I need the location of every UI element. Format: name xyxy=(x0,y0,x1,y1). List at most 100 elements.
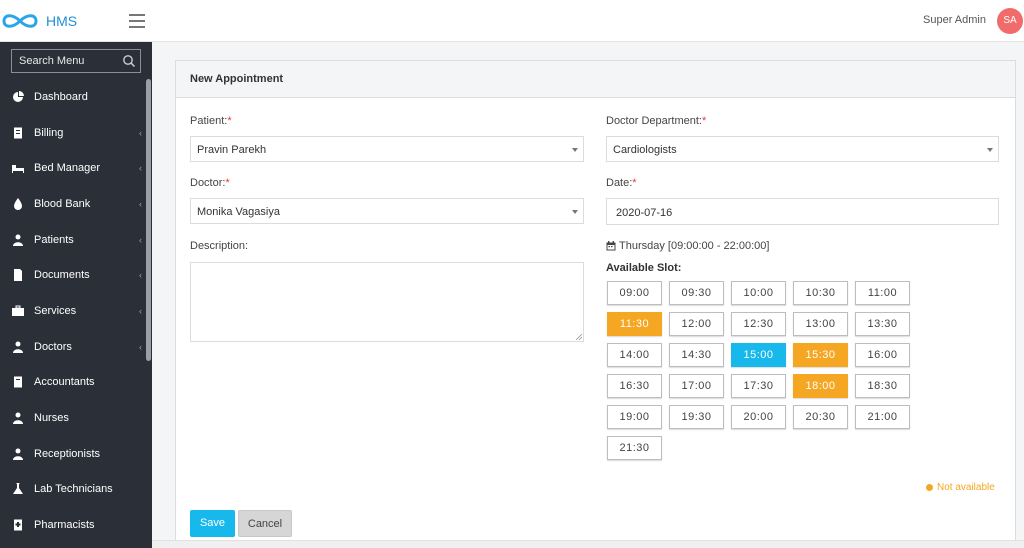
patient-label: Patient:* xyxy=(190,115,232,127)
sidebar-item-label: Blood Bank xyxy=(34,197,91,210)
time-slot-button[interactable]: 21:30 xyxy=(607,436,662,460)
time-slot-button[interactable]: 17:30 xyxy=(731,374,786,398)
receptionist-icon xyxy=(13,448,23,460)
horizontal-scrollbar[interactable] xyxy=(152,540,1024,548)
menu-toggle-icon[interactable] xyxy=(129,14,145,28)
caret-down-icon xyxy=(987,148,993,152)
sidebar-item-label: Receptionists xyxy=(34,447,101,460)
sidebar-search xyxy=(11,49,141,73)
schedule-info: Thursday [09:00:00 - 22:00:00] xyxy=(606,240,769,252)
search-icon[interactable] xyxy=(122,54,136,68)
card-title: New Appointment xyxy=(176,61,1015,98)
sidebar-item-label: Bed Manager xyxy=(34,162,101,175)
time-slot-button[interactable]: 13:30 xyxy=(855,312,910,336)
sidebar-item-label: Accountants xyxy=(34,376,95,389)
available-slot-label: Available Slot: xyxy=(606,262,682,274)
sidebar: Dashboard Billing ‹ Bed Manager ‹ Blood Bank ‹… xyxy=(0,42,152,548)
description-label: Description: xyxy=(190,240,249,252)
chevron-left-icon: ‹ xyxy=(139,127,142,138)
time-slot-button[interactable]: 12:30 xyxy=(731,312,786,336)
cancel-button[interactable]: Cancel xyxy=(238,510,292,537)
time-slot-button[interactable]: 15:30 xyxy=(793,343,848,367)
hms-logo-icon[interactable] xyxy=(0,11,40,31)
legend-not-available: Not available xyxy=(926,482,995,493)
sidebar-item-label: Patients xyxy=(34,233,74,246)
time-slot-button[interactable]: 10:00 xyxy=(731,281,786,305)
services-icon xyxy=(12,305,24,316)
sidebar-item-patients[interactable]: Patients ‹ xyxy=(0,222,146,258)
patient-icon xyxy=(13,234,23,246)
lab-icon xyxy=(13,483,23,495)
brand-name[interactable]: HMS xyxy=(46,13,77,29)
time-slot-button[interactable]: 14:30 xyxy=(669,343,724,367)
time-slot-button[interactable]: 11:30 xyxy=(607,312,662,336)
date-label: Date:* xyxy=(606,177,637,189)
time-slot-button[interactable]: 21:00 xyxy=(855,405,910,429)
patient-value: Pravin Parekh xyxy=(197,144,267,156)
sidebar-item-label: Doctors xyxy=(34,340,72,353)
time-slot-button[interactable]: 20:30 xyxy=(793,405,848,429)
doctor-icon xyxy=(13,341,23,353)
search-menu-input[interactable] xyxy=(12,50,122,72)
department-select[interactable]: Cardiologists xyxy=(606,136,999,162)
sidebar-item-documents[interactable]: Documents ‹ xyxy=(0,257,146,293)
avatar[interactable]: SA xyxy=(997,8,1023,34)
time-slot-button[interactable]: 11:00 xyxy=(855,281,910,305)
legend-label: Not available xyxy=(937,482,995,493)
description-textarea[interactable] xyxy=(190,262,584,342)
resize-handle-icon[interactable] xyxy=(576,334,582,340)
sidebar-item-bed-manager[interactable]: Bed Manager ‹ xyxy=(0,150,146,186)
sidebar-item-blood-bank[interactable]: Blood Bank ‹ xyxy=(0,186,146,222)
status-dot-icon xyxy=(926,484,933,491)
doctor-label: Doctor:* xyxy=(190,177,230,189)
sidebar-item-label: Pharmacists xyxy=(34,519,95,532)
sidebar-item-services[interactable]: Services ‹ xyxy=(0,293,146,329)
caret-down-icon xyxy=(572,148,578,152)
save-button[interactable]: Save xyxy=(190,510,235,537)
sidebar-item-label: Services xyxy=(34,304,77,317)
sidebar-item-label: Dashboard xyxy=(34,90,88,103)
time-slot-button[interactable]: 18:00 xyxy=(793,374,848,398)
sidebar-item-billing[interactable]: Billing ‹ xyxy=(0,115,146,151)
time-slot-button[interactable]: 19:30 xyxy=(669,405,724,429)
sidebar-item-nurses[interactable]: Nurses xyxy=(0,400,146,436)
user-name[interactable]: Super Admin xyxy=(923,14,986,26)
sidebar-item-lab-technicians[interactable]: Lab Technicians xyxy=(0,472,146,508)
sidebar-item-doctors[interactable]: Doctors ‹ xyxy=(0,329,146,365)
time-slot-button[interactable]: 10:30 xyxy=(793,281,848,305)
chevron-left-icon: ‹ xyxy=(139,198,142,209)
sidebar-item-receptionists[interactable]: Receptionists xyxy=(0,436,146,472)
time-slot-button[interactable]: 17:00 xyxy=(669,374,724,398)
date-input[interactable]: 2020-07-16 xyxy=(606,198,999,225)
schedule-text: Thursday [09:00:00 - 22:00:00] xyxy=(619,240,770,252)
doctor-value: Monika Vagasiya xyxy=(197,206,280,218)
sidebar-item-label: Billing xyxy=(34,126,64,139)
chevron-left-icon: ‹ xyxy=(139,163,142,174)
time-slot-button[interactable]: 14:00 xyxy=(607,343,662,367)
time-slot-button[interactable]: 09:00 xyxy=(607,281,662,305)
patient-select[interactable]: Pravin Parekh xyxy=(190,136,584,162)
department-label: Doctor Department:* xyxy=(606,115,707,127)
chevron-left-icon: ‹ xyxy=(139,234,142,245)
sidebar-scrollbar[interactable] xyxy=(146,79,151,361)
caret-down-icon xyxy=(572,210,578,214)
document-icon xyxy=(14,269,22,282)
time-slot-button[interactable]: 16:30 xyxy=(607,374,662,398)
sidebar-item-pharmacists[interactable]: Pharmacists xyxy=(0,507,146,543)
time-slot-button[interactable]: 09:30 xyxy=(669,281,724,305)
time-slot-button[interactable]: 19:00 xyxy=(607,405,662,429)
chevron-left-icon: ‹ xyxy=(139,270,142,281)
time-slot-button[interactable]: 16:00 xyxy=(855,343,910,367)
time-slot-button[interactable]: 18:30 xyxy=(855,374,910,398)
sidebar-item-dashboard[interactable]: Dashboard xyxy=(0,79,146,115)
time-slot-button[interactable]: 15:00 xyxy=(731,343,786,367)
nurse-icon xyxy=(13,412,23,425)
time-slot-button[interactable]: 20:00 xyxy=(731,405,786,429)
time-slot-button[interactable]: 12:00 xyxy=(669,312,724,336)
sidebar-item-accountants[interactable]: Accountants xyxy=(0,365,146,401)
time-slot-button[interactable]: 13:00 xyxy=(793,312,848,336)
sidebar-menu: Dashboard Billing ‹ Bed Manager ‹ Blood Bank ‹… xyxy=(0,79,146,543)
dashboard-icon xyxy=(13,90,24,102)
pharmacist-icon xyxy=(14,519,22,531)
doctor-select[interactable]: Monika Vagasiya xyxy=(190,198,584,224)
